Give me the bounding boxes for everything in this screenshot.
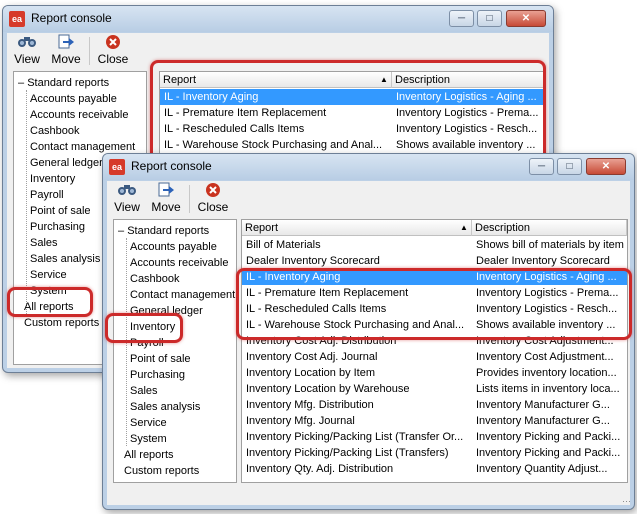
- list-header: Report ▲ Description: [242, 220, 627, 236]
- binoculars-icon: [111, 182, 143, 200]
- minimize-button[interactable]: ─: [529, 158, 554, 175]
- toolbar-separator: [189, 185, 190, 213]
- tree-node-purchasing[interactable]: Purchasing: [30, 219, 85, 235]
- table-row[interactable]: Dealer Inventory Scorecard Dealer Invent…: [242, 253, 627, 269]
- tree-node-service[interactable]: Service: [130, 415, 167, 431]
- close-button[interactable]: Close: [195, 182, 231, 216]
- tree-node-inventory[interactable]: Inventory: [30, 171, 75, 187]
- maximize-button[interactable]: □: [557, 158, 582, 175]
- view-button[interactable]: View: [11, 34, 43, 68]
- table-row[interactable]: Inventory Picking/Packing List (Transfer…: [242, 429, 627, 445]
- resize-grip-icon[interactable]: ⋯: [622, 497, 631, 506]
- close-icon: [95, 34, 131, 52]
- tree-node-contact-management[interactable]: Contact management: [130, 287, 235, 303]
- close-button[interactable]: Close: [95, 34, 131, 68]
- binoculars-icon: [11, 34, 43, 52]
- view-button[interactable]: View: [111, 182, 143, 216]
- tree-node-cashbook[interactable]: Cashbook: [30, 123, 80, 139]
- move-arrow-icon: [147, 182, 185, 200]
- minimize-button[interactable]: ─: [449, 10, 474, 27]
- tree-node-purchasing[interactable]: Purchasing: [130, 367, 185, 383]
- highlight-box-il-reports-back: [150, 60, 546, 164]
- tree-node-sales-analysis[interactable]: Sales analysis: [30, 251, 100, 267]
- window-title: Report console: [31, 11, 112, 25]
- tree-node-sales-analysis[interactable]: Sales analysis: [130, 399, 200, 415]
- table-row[interactable]: Bill of Materials Shows bill of material…: [242, 237, 627, 253]
- table-row[interactable]: Inventory Mfg. Distribution Inventory Ma…: [242, 397, 627, 413]
- toolbar: View Move Close: [107, 181, 630, 217]
- tree-node-accounts-payable[interactable]: Accounts payable: [30, 91, 117, 107]
- maximize-button[interactable]: □: [477, 10, 502, 27]
- sort-ascending-icon: ▲: [460, 223, 468, 232]
- tree-node-general-ledger[interactable]: General ledger: [30, 155, 103, 171]
- tree-node-standard-reports[interactable]: – Standard reports: [18, 75, 109, 91]
- title-bar[interactable]: ea Report console ─ □ ✕: [103, 154, 634, 180]
- move-button[interactable]: Move: [47, 34, 85, 68]
- close-window-button[interactable]: ✕: [506, 10, 546, 27]
- column-header-report[interactable]: Report ▲: [242, 220, 472, 236]
- tree-node-sales[interactable]: Sales: [30, 235, 58, 251]
- tree-node-point-of-sale[interactable]: Point of sale: [30, 203, 91, 219]
- content-area: – Standard reports Accounts payable Acco…: [107, 217, 630, 505]
- report-tree[interactable]: – Standard reports Accounts payable Acco…: [113, 219, 237, 483]
- ea-app-icon: ea: [9, 11, 25, 27]
- close-icon: [195, 182, 231, 200]
- tree-node-custom-reports[interactable]: Custom reports: [24, 315, 99, 331]
- tree-node-accounts-receivable[interactable]: Accounts receivable: [130, 255, 228, 271]
- table-row[interactable]: Inventory Location by Warehouse Lists it…: [242, 381, 627, 397]
- move-arrow-icon: [47, 34, 85, 52]
- tree-node-service[interactable]: Service: [30, 267, 67, 283]
- table-row[interactable]: Inventory Location by Item Provides inve…: [242, 365, 627, 381]
- tree-node-standard-reports[interactable]: – Standard reports: [118, 223, 209, 239]
- tree-node-system[interactable]: System: [130, 431, 167, 447]
- close-window-button[interactable]: ✕: [586, 158, 626, 175]
- tree-node-accounts-payable[interactable]: Accounts payable: [130, 239, 217, 255]
- toolbar-separator: [89, 37, 90, 65]
- tree-node-custom-reports[interactable]: Custom reports: [124, 463, 199, 479]
- tree-node-all-reports[interactable]: All reports: [124, 447, 174, 463]
- highlight-box-inventory: [105, 313, 183, 343]
- tree-node-payroll[interactable]: Payroll: [30, 187, 64, 203]
- report-list[interactable]: Report ▲ Description Bill of Materials Sh…: [241, 219, 628, 483]
- table-row[interactable]: Inventory Cost Adj. Journal Inventory Co…: [242, 349, 627, 365]
- window-title: Report console: [131, 159, 212, 173]
- column-header-description[interactable]: Description: [472, 220, 627, 236]
- table-row[interactable]: Inventory Picking/Packing List (Transfer…: [242, 445, 627, 461]
- table-row[interactable]: Inventory Mfg. Journal Inventory Manufac…: [242, 413, 627, 429]
- title-bar[interactable]: ea Report console ─ □ ✕: [3, 6, 553, 32]
- tree-node-cashbook[interactable]: Cashbook: [130, 271, 180, 287]
- ea-app-icon: ea: [109, 159, 125, 175]
- move-button[interactable]: Move: [147, 182, 185, 216]
- tree-node-accounts-receivable[interactable]: Accounts receivable: [30, 107, 128, 123]
- table-row[interactable]: Inventory Qty. Adj. Distribution Invento…: [242, 461, 627, 477]
- tree-node-sales[interactable]: Sales: [130, 383, 158, 399]
- highlight-box-il-reports-front: [236, 268, 632, 340]
- tree-node-point-of-sale[interactable]: Point of sale: [130, 351, 191, 367]
- highlight-box-all-reports: [7, 287, 93, 317]
